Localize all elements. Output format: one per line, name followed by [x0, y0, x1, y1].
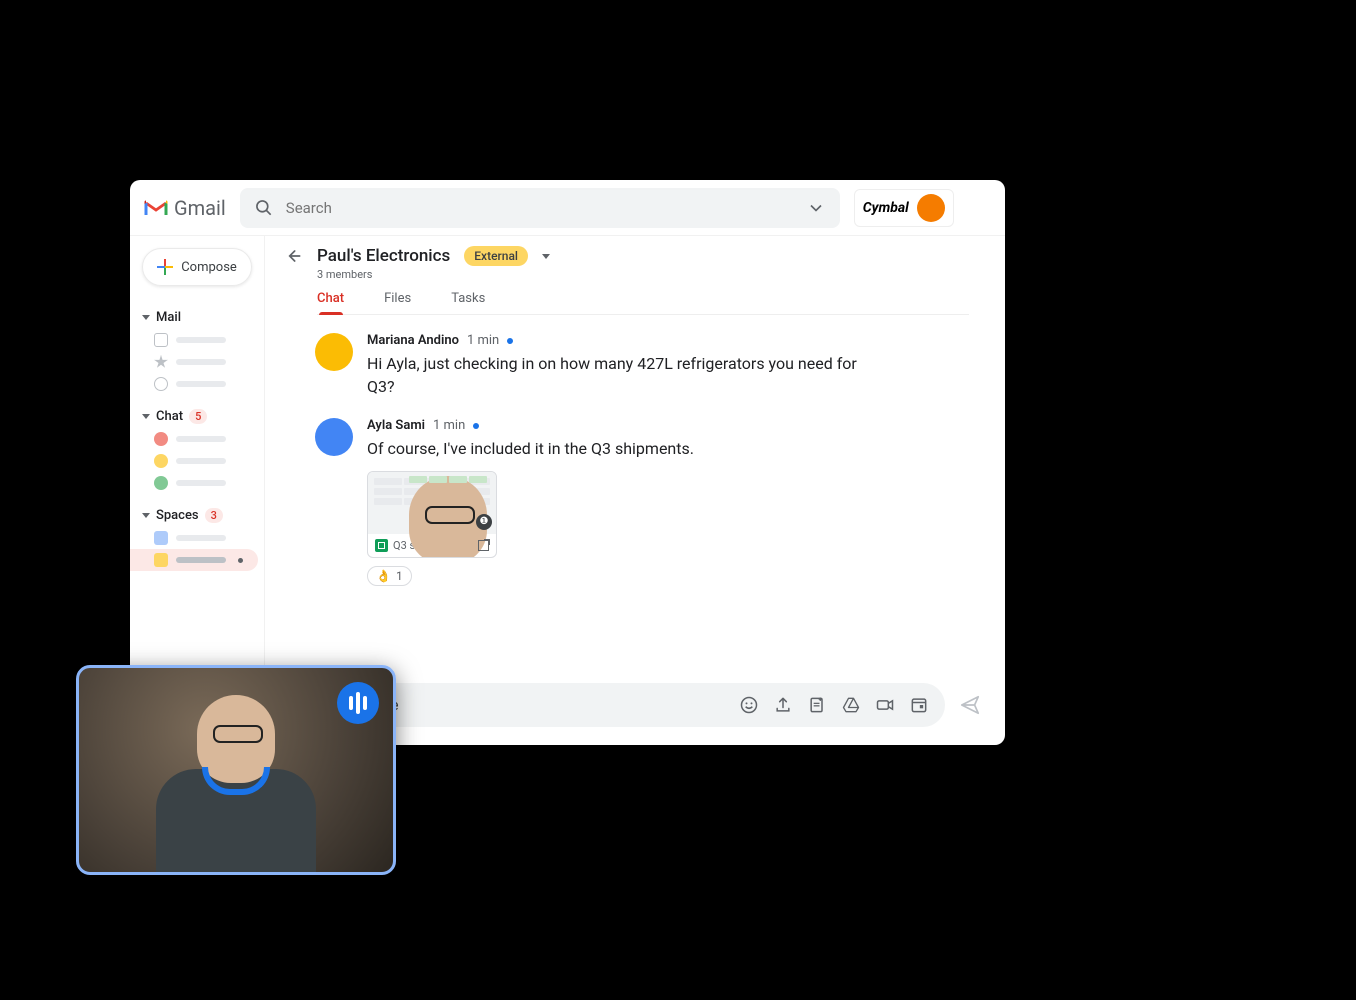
upload-icon[interactable]: [773, 695, 793, 715]
message-composer[interactable]: [315, 683, 945, 727]
shared-badge-icon: ❶: [476, 514, 492, 530]
workspace-brand[interactable]: Cymbal: [854, 189, 954, 227]
space-icon: [154, 531, 168, 545]
message-time: 1 min: [433, 418, 465, 433]
caret-down-icon: [142, 315, 150, 320]
search-bar[interactable]: [240, 188, 840, 228]
reaction-count: 1: [396, 569, 403, 583]
gmail-window: Gmail Cymbal Compose Mail: [130, 180, 1005, 745]
chat-badge: 5: [189, 409, 207, 424]
caret-down-icon: [142, 513, 150, 518]
author-avatar[interactable]: [315, 418, 353, 456]
app-name: Gmail: [174, 196, 226, 220]
new-doc-icon[interactable]: [807, 695, 827, 715]
search-input[interactable]: [286, 199, 794, 217]
mail-label: Mail: [156, 310, 181, 325]
space-icon: [154, 553, 168, 567]
sheets-icon: [375, 539, 388, 552]
sidebar-section-spaces: Spaces 3: [136, 504, 258, 571]
chat-label: Chat: [156, 409, 183, 424]
message: Ayla Sami 1 min Of course, I've included…: [315, 418, 975, 585]
space-item[interactable]: [136, 527, 258, 549]
tab-tasks[interactable]: Tasks: [451, 291, 485, 314]
unread-indicator-icon: [507, 338, 513, 344]
member-count[interactable]: 3 members: [317, 268, 987, 281]
chat-section-header[interactable]: Chat 5: [136, 405, 258, 428]
room-menu-caret-icon[interactable]: [542, 254, 550, 259]
mail-item-snoozed[interactable]: [136, 373, 258, 395]
chat-item[interactable]: [136, 428, 258, 450]
external-badge: External: [464, 246, 528, 266]
chat-item[interactable]: [136, 472, 258, 494]
user-avatar[interactable]: [917, 194, 945, 222]
attachment-preview: ❶: [368, 472, 496, 534]
room-tabs: Chat Files Tasks: [317, 291, 969, 315]
presence-dot-icon: [154, 432, 168, 446]
inbox-icon: [154, 333, 168, 347]
calendar-icon[interactable]: [909, 695, 929, 715]
unread-indicator-icon: [473, 423, 479, 429]
compose-button[interactable]: Compose: [142, 248, 252, 286]
room-header: Paul's Electronics External 3 members Ch…: [265, 236, 1005, 315]
emoji-icon[interactable]: [739, 695, 759, 715]
compose-label: Compose: [181, 260, 237, 275]
top-bar: Gmail Cymbal: [130, 180, 1005, 236]
drive-icon[interactable]: [841, 695, 861, 715]
gmail-logo-icon: [144, 199, 168, 217]
brand-name: Cymbal: [863, 200, 909, 216]
send-button[interactable]: [959, 694, 981, 716]
plus-icon: [157, 259, 173, 275]
chat-item[interactable]: [136, 450, 258, 472]
gmail-logo[interactable]: Gmail: [144, 196, 226, 220]
message-author: Ayla Sami: [367, 418, 425, 433]
attachment-card[interactable]: ❶ Q3 shipments: [367, 471, 497, 558]
mail-section-header[interactable]: Mail: [136, 306, 258, 329]
search-icon: [254, 198, 274, 218]
spaces-label: Spaces: [156, 508, 199, 523]
meet-video-tile[interactable]: [76, 665, 396, 875]
back-arrow-icon[interactable]: [283, 246, 303, 266]
participant-figure: [156, 691, 316, 875]
reaction-emoji: 👌: [376, 569, 391, 583]
message-text: Hi Ayla, just checking in on how many 42…: [367, 352, 887, 398]
spaces-section-header[interactable]: Spaces 3: [136, 504, 258, 527]
presence-dot-icon: [154, 454, 168, 468]
star-icon: [154, 355, 168, 369]
message-time: 1 min: [467, 333, 499, 348]
unread-dot-icon: [238, 558, 243, 563]
video-call-icon[interactable]: [875, 695, 895, 715]
mail-item-inbox[interactable]: [136, 329, 258, 351]
clock-icon: [154, 377, 168, 391]
reaction-chip[interactable]: 👌 1: [367, 566, 412, 586]
space-item-active[interactable]: [130, 549, 258, 571]
chat-scroll[interactable]: Mariana Andino 1 min Hi Ayla, just check…: [265, 315, 1005, 673]
speaking-indicator-icon: [337, 682, 379, 724]
message: Mariana Andino 1 min Hi Ayla, just check…: [315, 333, 975, 398]
tab-files[interactable]: Files: [384, 291, 411, 314]
room-name: Paul's Electronics: [317, 246, 450, 266]
open-external-icon[interactable]: [478, 540, 489, 551]
caret-down-icon: [142, 414, 150, 419]
message-author: Mariana Andino: [367, 333, 459, 348]
sidebar-section-mail: Mail: [136, 306, 258, 395]
search-options-icon[interactable]: [806, 198, 826, 218]
mail-item-starred[interactable]: [136, 351, 258, 373]
tab-chat[interactable]: Chat: [317, 291, 344, 314]
message-text: Of course, I've included it in the Q3 sh…: [367, 437, 694, 460]
sidebar-section-chat: Chat 5: [136, 405, 258, 494]
author-avatar[interactable]: [315, 333, 353, 371]
presence-dot-icon: [154, 476, 168, 490]
spaces-badge: 3: [205, 508, 223, 523]
